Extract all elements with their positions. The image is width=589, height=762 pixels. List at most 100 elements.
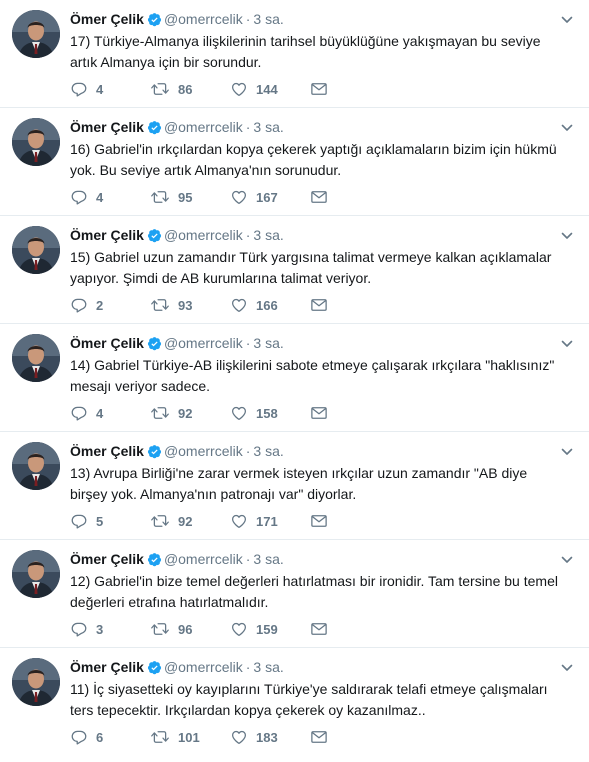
reply-button[interactable]: 5 <box>70 512 150 530</box>
envelope-icon <box>310 297 328 313</box>
retweet-button[interactable]: 101 <box>150 728 230 746</box>
tweet[interactable]: Ömer Çelik @omerrcelik · 3 sa. 15) Gabriel … <box>0 216 589 324</box>
chevron-down-icon[interactable] <box>559 660 575 676</box>
tweet-header: Ömer Çelik @omerrcelik · 3 sa. <box>70 10 284 31</box>
tweet[interactable]: Ömer Çelik @omerrcelik · 3 sa. 16) Gabriel'… <box>0 108 589 216</box>
chevron-down-icon[interactable] <box>559 552 575 568</box>
tweet[interactable]: Ömer Çelik @omerrcelik · 3 sa. 11) İç siyas… <box>0 648 589 760</box>
avatar[interactable] <box>12 226 60 274</box>
timestamp[interactable]: 3 sa. <box>253 659 283 675</box>
author-name[interactable]: Ömer Çelik <box>70 227 144 243</box>
avatar[interactable] <box>12 334 60 382</box>
author-handle[interactable]: @omerrcelik <box>164 551 243 567</box>
timestamp[interactable]: 3 sa. <box>253 551 283 567</box>
author-handle[interactable]: @omerrcelik <box>164 335 243 351</box>
reply-button[interactable]: 6 <box>70 728 150 746</box>
avatar[interactable] <box>12 442 60 490</box>
reply-button[interactable]: 3 <box>70 620 150 638</box>
like-button[interactable]: 158 <box>230 404 310 422</box>
author-name[interactable]: Ömer Çelik <box>70 551 144 567</box>
chevron-down-icon[interactable] <box>559 444 575 460</box>
retweet-count: 101 <box>178 729 200 745</box>
retweet-button[interactable]: 92 <box>150 404 230 422</box>
author-handle[interactable]: @omerrcelik <box>164 119 243 135</box>
direct-message-button[interactable] <box>310 405 328 421</box>
timestamp[interactable]: 3 sa. <box>253 443 283 459</box>
tweet[interactable]: Ömer Çelik @omerrcelik · 3 sa. 14) Gabriel … <box>0 324 589 432</box>
like-button[interactable]: 166 <box>230 296 310 314</box>
chevron-down-icon[interactable] <box>559 120 575 136</box>
avatar-portrait <box>12 226 60 274</box>
heart-icon <box>230 188 248 206</box>
retweet-button[interactable]: 93 <box>150 296 230 314</box>
reply-icon <box>70 188 88 206</box>
author-handle[interactable]: @omerrcelik <box>164 659 243 675</box>
avatar[interactable] <box>12 658 60 706</box>
retweet-icon <box>150 404 170 422</box>
tweet-text: 16) Gabriel'in ırkçılardan kopya çekerek… <box>70 141 557 178</box>
tweet-text: 14) Gabriel Türkiye-AB ilişkilerini sabo… <box>70 357 555 394</box>
reply-icon <box>70 728 88 746</box>
direct-message-button[interactable] <box>310 297 328 313</box>
retweet-count: 86 <box>178 81 193 97</box>
author-handle[interactable]: @omerrcelik <box>164 11 243 27</box>
like-count: 144 <box>256 81 278 97</box>
tweet[interactable]: Ömer Çelik @omerrcelik · 3 sa. 12) Gabriel'… <box>0 540 589 648</box>
tweet[interactable]: Ömer Çelik @omerrcelik · 3 sa. 17) Türkiye-… <box>0 0 589 108</box>
like-button[interactable]: 159 <box>230 620 310 638</box>
avatar[interactable] <box>12 118 60 166</box>
avatar[interactable] <box>12 550 60 598</box>
retweet-button[interactable]: 92 <box>150 512 230 530</box>
direct-message-button[interactable] <box>310 81 328 97</box>
retweet-icon <box>150 512 170 530</box>
heart-icon <box>230 620 248 638</box>
reply-button[interactable]: 2 <box>70 296 150 314</box>
chevron-down-icon[interactable] <box>559 336 575 352</box>
retweet-icon <box>150 620 170 638</box>
tweet-header: Ömer Çelik @omerrcelik · 3 sa. <box>70 334 284 355</box>
retweet-button[interactable]: 95 <box>150 188 230 206</box>
like-button[interactable]: 167 <box>230 188 310 206</box>
timestamp[interactable]: 3 sa. <box>253 335 283 351</box>
heart-icon <box>230 728 248 746</box>
tweet[interactable]: Ömer Çelik @omerrcelik · 3 sa. 13) Avrupa B… <box>0 432 589 540</box>
like-button[interactable]: 171 <box>230 512 310 530</box>
author-handle[interactable]: @omerrcelik <box>164 227 243 243</box>
avatar[interactable] <box>12 10 60 58</box>
envelope-icon <box>310 189 328 205</box>
verified-badge-icon <box>147 12 162 31</box>
reply-button[interactable]: 4 <box>70 80 150 98</box>
timestamp[interactable]: 3 sa. <box>253 11 283 27</box>
separator-dot: · <box>245 551 251 567</box>
direct-message-button[interactable] <box>310 621 328 637</box>
tweet-header: Ömer Çelik @omerrcelik · 3 sa. <box>70 118 284 139</box>
like-button[interactable]: 183 <box>230 728 310 746</box>
heart-icon <box>230 80 248 98</box>
retweet-button[interactable]: 96 <box>150 620 230 638</box>
author-handle[interactable]: @omerrcelik <box>164 443 243 459</box>
author-name[interactable]: Ömer Çelik <box>70 443 144 459</box>
direct-message-button[interactable] <box>310 513 328 529</box>
tweet-header: Ömer Çelik @omerrcelik · 3 sa. <box>70 226 284 247</box>
avatar-portrait <box>12 334 60 382</box>
direct-message-button[interactable] <box>310 189 328 205</box>
timestamp[interactable]: 3 sa. <box>253 227 283 243</box>
author-name[interactable]: Ömer Çelik <box>70 119 144 135</box>
tweet-text: 13) Avrupa Birliği'ne zarar vermek istey… <box>70 465 528 502</box>
avatar-portrait <box>12 442 60 490</box>
author-name[interactable]: Ömer Çelik <box>70 335 144 351</box>
author-name[interactable]: Ömer Çelik <box>70 11 144 27</box>
separator-dot: · <box>245 227 251 243</box>
chevron-down-icon[interactable] <box>559 228 575 244</box>
reply-button[interactable]: 4 <box>70 404 150 422</box>
retweet-button[interactable]: 86 <box>150 80 230 98</box>
retweet-count: 95 <box>178 189 193 205</box>
reply-button[interactable]: 4 <box>70 188 150 206</box>
retweet-count: 92 <box>178 513 193 529</box>
direct-message-button[interactable] <box>310 729 328 745</box>
envelope-icon <box>310 621 328 637</box>
like-button[interactable]: 144 <box>230 80 310 98</box>
chevron-down-icon[interactable] <box>559 12 575 28</box>
timestamp[interactable]: 3 sa. <box>253 119 283 135</box>
author-name[interactable]: Ömer Çelik <box>70 659 144 675</box>
